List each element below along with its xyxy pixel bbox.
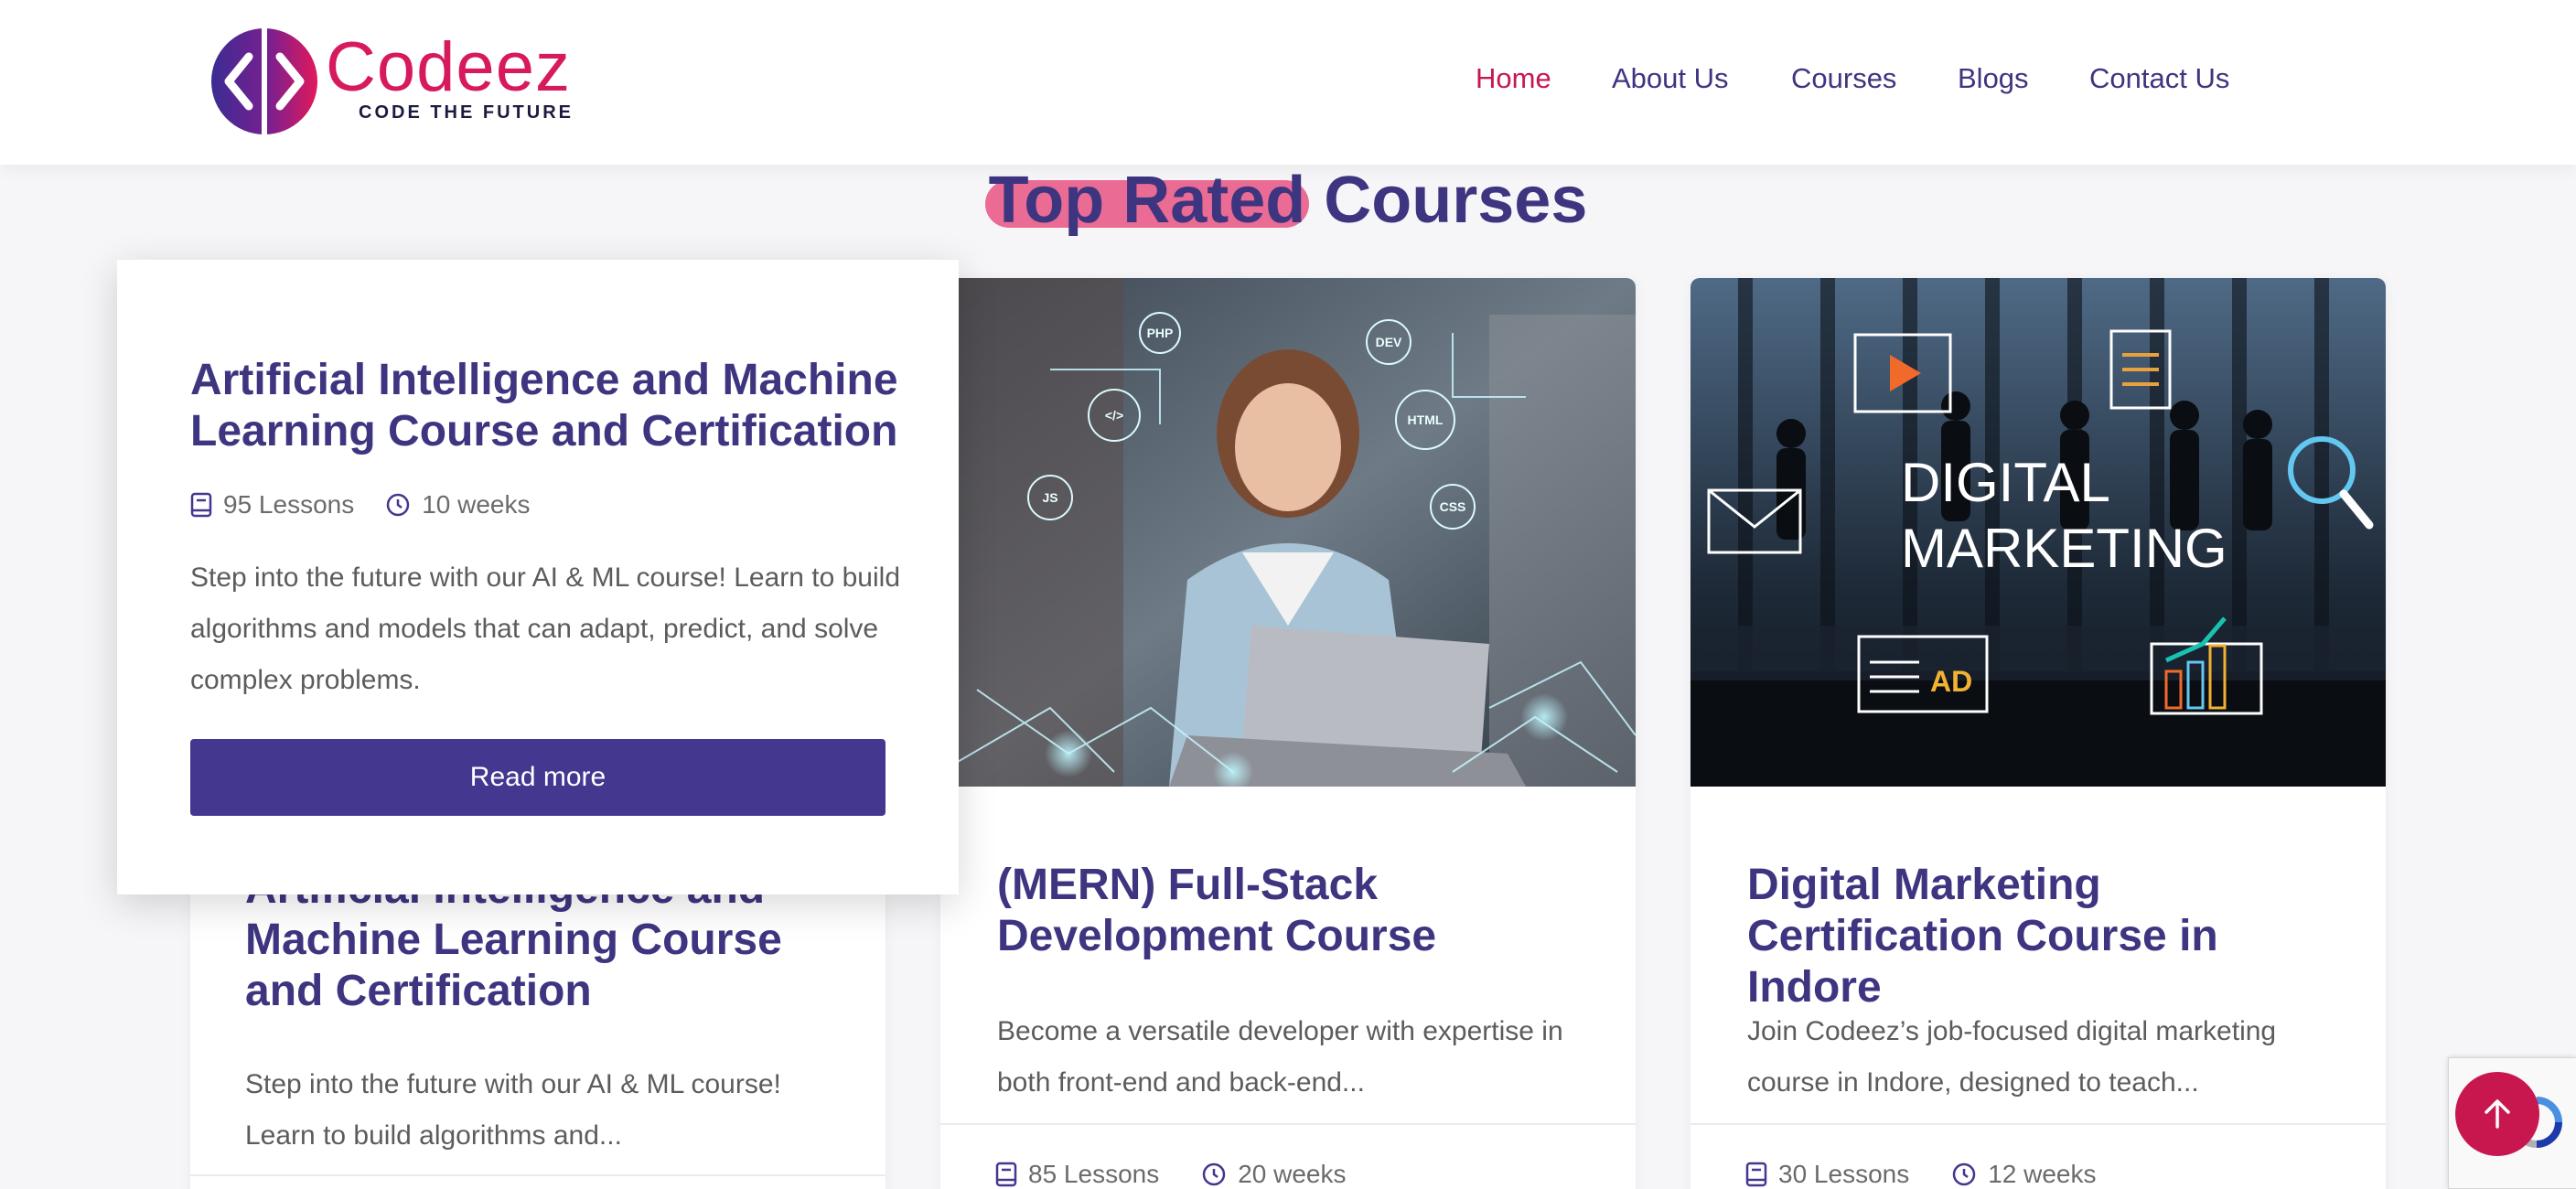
card-divider	[940, 1123, 1636, 1125]
section-title-rest: Courses	[1324, 164, 1588, 237]
book-icon	[995, 1162, 1017, 1187]
brand-logo[interactable]: Codeez CODE THE FUTURE	[209, 26, 593, 141]
course-card-description: Join Codeez’s job-focused digital market…	[1747, 1016, 2277, 1098]
nav-item-courses[interactable]: Courses	[1791, 62, 1896, 95]
book-icon	[1745, 1162, 1767, 1187]
course-card-description: Step into the future with our AI & ML co…	[245, 1069, 781, 1151]
course-duration: 12 weeks	[1988, 1160, 2097, 1188]
tech-label-code: </>	[1105, 408, 1123, 423]
nav-item-home[interactable]: Home	[1476, 62, 1551, 95]
clock-icon	[386, 493, 410, 517]
course-card-title[interactable]: (MERN) Full-Stack Development Course	[997, 860, 1601, 962]
hover-card-meta: 95 Lessons 10 weeks	[190, 490, 531, 520]
hover-card-title[interactable]: Artificial Intelligence and Machine Lear…	[190, 355, 904, 457]
nav-item-blogs[interactable]: Blogs	[1958, 62, 2029, 95]
course-card-digital-marketing[interactable]: DIGITAL MARKETING AD Digital Marketing C…	[1690, 278, 2386, 1189]
course-card-description: Become a versatile developer with expert…	[997, 1016, 1563, 1098]
lessons-count: 85 Lessons	[1028, 1160, 1160, 1188]
image-ad-label: AD	[1930, 665, 1972, 698]
scroll-to-top-button[interactable]	[2455, 1072, 2539, 1156]
section-title-highlight: Top Rated	[988, 164, 1306, 237]
tech-label-css: CSS	[1440, 499, 1466, 514]
course-duration: 10 weeks	[422, 490, 531, 519]
brand-tagline: CODE THE FUTURE	[359, 102, 574, 123]
nav-item-about-us[interactable]: About Us	[1612, 62, 1729, 95]
card-divider	[190, 1174, 886, 1176]
course-card-title[interactable]: Digital Marketing Certification Course i…	[1747, 860, 2351, 1013]
card-divider	[1690, 1123, 2386, 1125]
course-meta: 30 Lessons 12 weeks	[1745, 1160, 2097, 1189]
course-image-digital-marketing[interactable]: DIGITAL MARKETING AD	[1690, 278, 2386, 787]
logo-mark-icon	[211, 27, 317, 135]
lessons-count: 30 Lessons	[1778, 1160, 1910, 1188]
clock-icon	[1952, 1162, 1976, 1186]
arrow-up-icon	[2485, 1099, 2510, 1129]
lessons-count: 95 Lessons	[223, 490, 355, 519]
course-card-mern[interactable]: PHP DEV </> HTML JS CSS (MERN) Full-Stac…	[940, 278, 1636, 1189]
read-more-button[interactable]: Read more	[190, 739, 886, 816]
course-meta: 85 Lessons 20 weeks	[995, 1160, 1347, 1189]
course-duration: 20 weeks	[1238, 1160, 1347, 1188]
nav-item-contact-us[interactable]: Contact Us	[2089, 62, 2229, 95]
tech-label-dev: DEV	[1376, 335, 1402, 349]
tech-label-html: HTML	[1408, 412, 1444, 427]
course-image-mern[interactable]: PHP DEV </> HTML JS CSS	[940, 278, 1636, 787]
site-header: Codeez CODE THE FUTURE Home About Us Cou…	[0, 0, 2576, 165]
image-headline-digital: DIGITAL	[1901, 452, 2110, 513]
hover-card-description: Step into the future with our AI & ML co…	[190, 562, 901, 695]
tech-label-php: PHP	[1147, 326, 1174, 340]
brand-name: Codeez	[326, 28, 571, 106]
book-icon	[190, 492, 212, 518]
section-title: Top Rated Courses	[0, 163, 2576, 238]
course-hover-card[interactable]: Artificial Intelligence and Machine Lear…	[117, 260, 959, 894]
tech-label-js: JS	[1042, 490, 1057, 505]
image-headline-marketing: MARKETING	[1901, 518, 2227, 579]
clock-icon	[1202, 1162, 1226, 1186]
